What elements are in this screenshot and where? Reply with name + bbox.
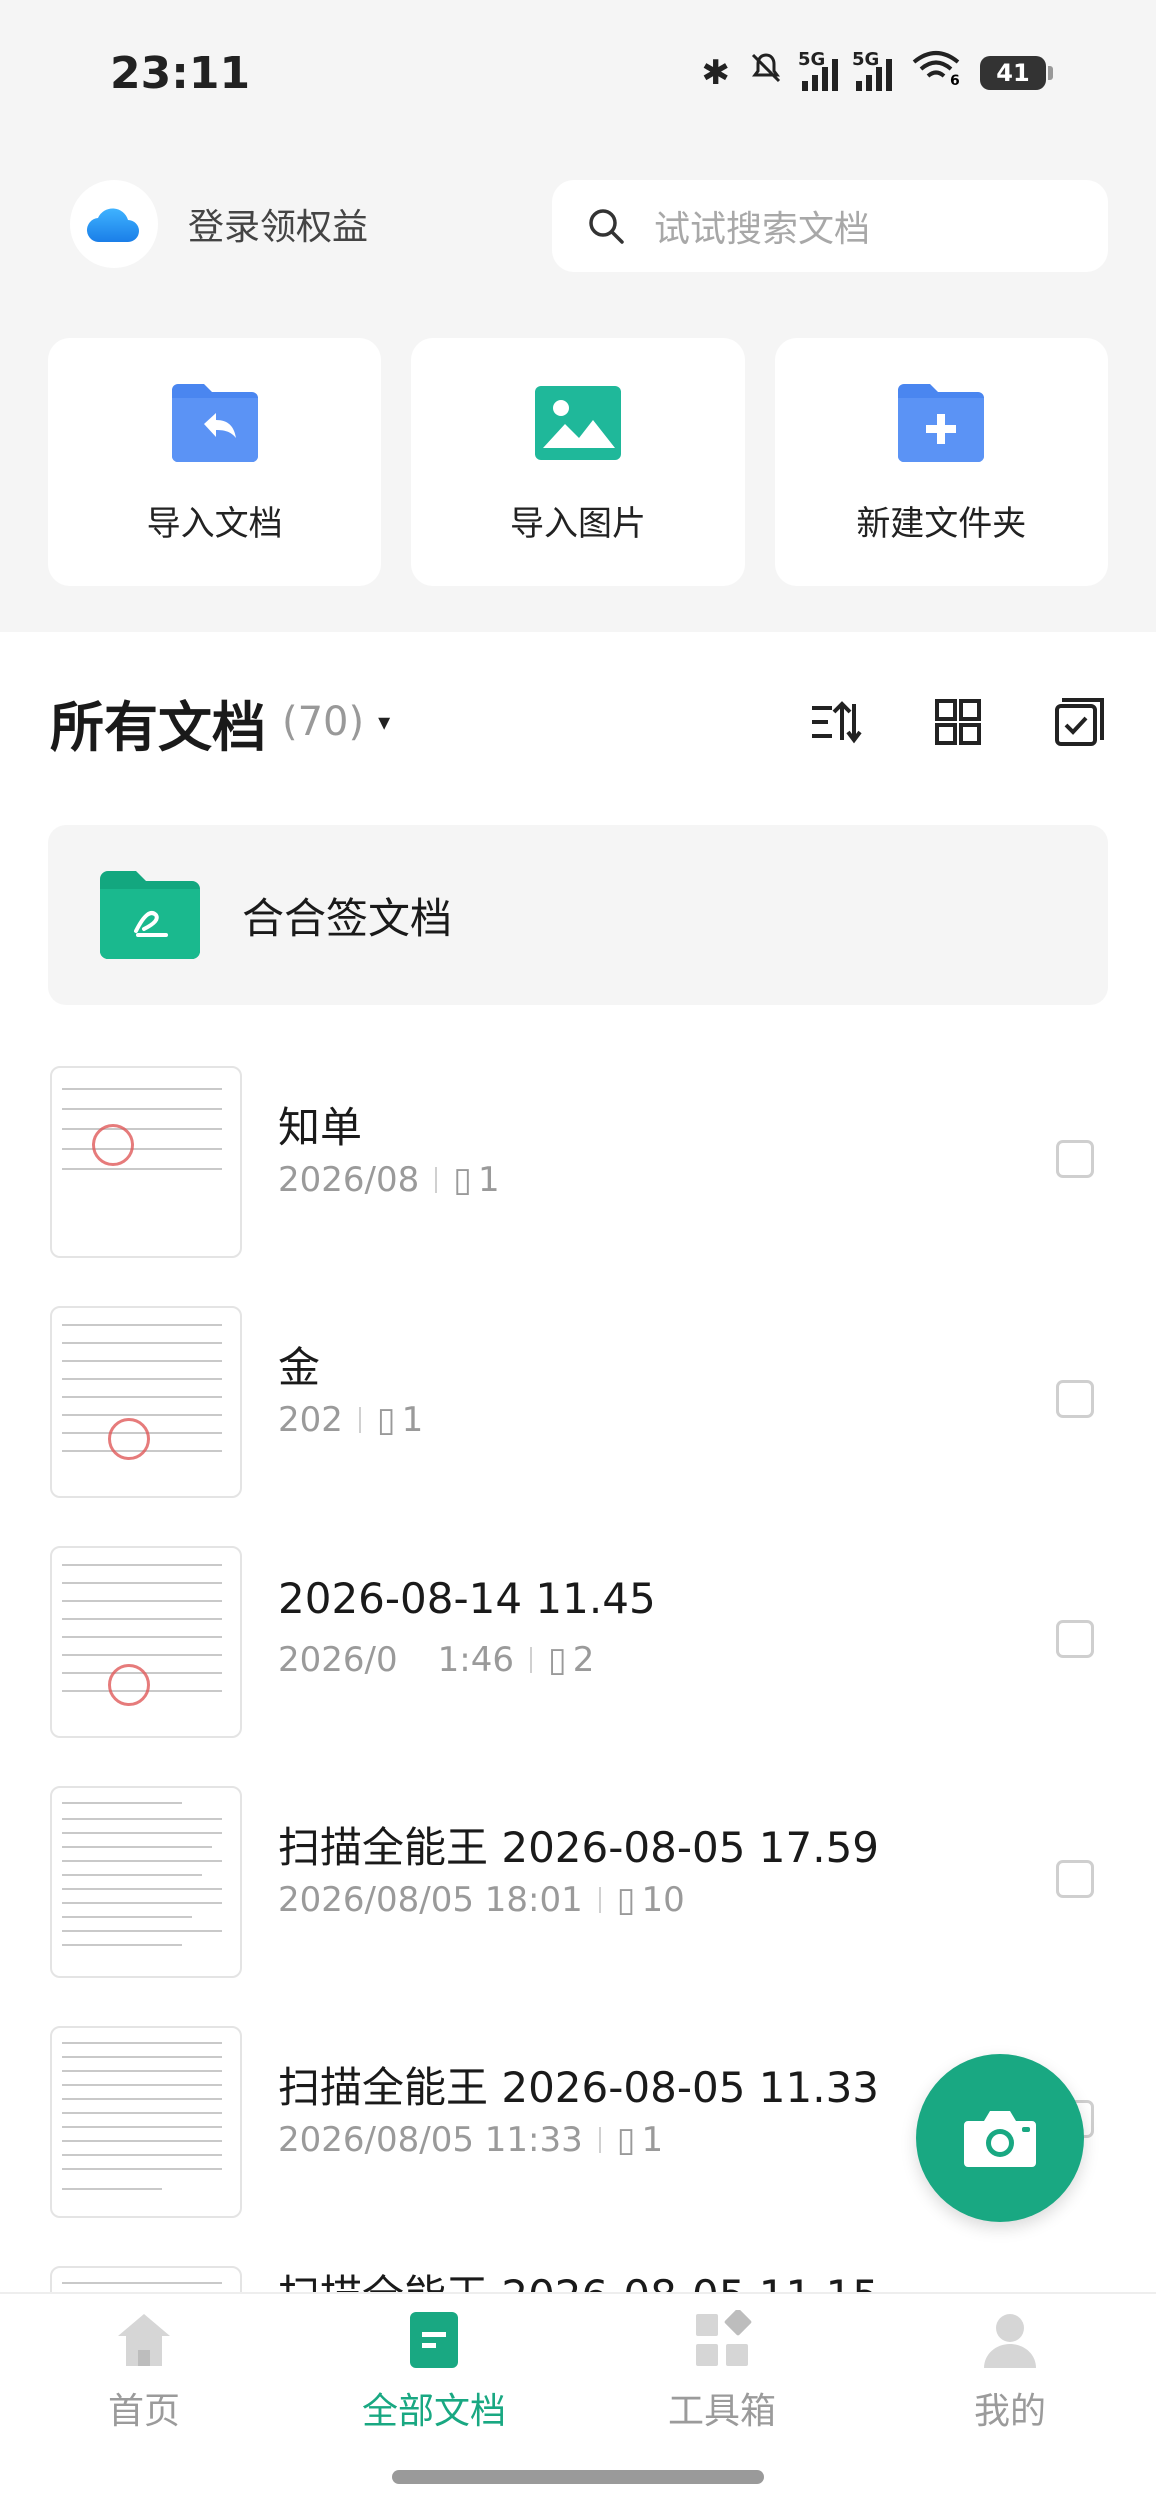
document-name: 2026-08-14 11.45 [278, 1574, 656, 1623]
new-folder-icon [898, 384, 985, 466]
document-row[interactable]: 扫描全能王 2026-08-05 17.59 2026/08/05 18:01 … [0, 1776, 1156, 1978]
document-date: 202 [278, 1400, 343, 1440]
mute-icon [748, 50, 784, 95]
folder-name: 合合签文档 [242, 893, 453, 943]
document-checkbox[interactable] [1056, 1140, 1094, 1178]
document-date: 2026/08 [278, 1160, 420, 1200]
document-row[interactable]: 扫描全能王 2026-08-05 11.15 [0, 2256, 1156, 2292]
home-icon [118, 2314, 170, 2366]
quick-actions: 导入文档 导入图片 新建文件夹 [48, 338, 1108, 586]
document-checkbox[interactable] [1056, 1860, 1094, 1898]
signature-folder-icon [100, 871, 200, 959]
signal-icon: 5G [798, 49, 838, 91]
home-indicator[interactable] [392, 2470, 764, 2484]
nav-toolbox-label: 工具箱 [667, 2391, 776, 2432]
page-count: 10 [641, 1880, 685, 1920]
page-count: 1 [641, 2120, 664, 2160]
nav-home-label: 首页 [107, 2391, 180, 2432]
document-name: 扫描全能王 2026-08-05 17.59 [278, 1823, 880, 1872]
document-checkbox[interactable] [1056, 1380, 1094, 1418]
document-meta: 202 ▯ 1 [278, 1400, 423, 1440]
import-document-icon [171, 384, 258, 466]
status-bar: 23:11 ✱ 5G 5G 6 41 [0, 0, 1156, 150]
new-folder-button[interactable]: 新建文件夹 [774, 338, 1108, 586]
nav-toolbox[interactable]: 工具箱 [622, 2310, 822, 2434]
document-name: 金 [278, 1343, 321, 1392]
nav-home[interactable]: 首页 [44, 2310, 244, 2434]
filter-dropdown-icon[interactable]: ▾ [378, 708, 390, 736]
search-icon [589, 209, 624, 244]
document-meta: 2026/08/05 11:33 ▯ 1 [278, 2120, 663, 2160]
page-count: 1 [401, 1400, 424, 1440]
import-image-icon [534, 384, 621, 466]
bluetooth-icon: ✱ [701, 52, 731, 93]
document-name: 扫描全能王 2026-08-05 11.33 [278, 2063, 880, 2112]
toolbox-icon [696, 2310, 752, 2366]
document-meta: 2026/0 1:46 ▯ 2 [278, 1640, 594, 1680]
document-thumbnail [50, 2266, 242, 2292]
page-count: 1 [477, 1160, 500, 1200]
document-time: 1:46 [437, 1640, 514, 1680]
signal-icon-2: 5G [852, 49, 892, 91]
document-meta: 2026/08/05 18:01 ▯ 10 [278, 1880, 685, 1920]
search-placeholder: 试试搜索文档 [654, 209, 871, 250]
document-date: 2026/08/05 11:33 [278, 2120, 583, 2160]
page-count-icon: ▯ [616, 2120, 636, 2160]
nav-documents[interactable]: 全部文档 [334, 2310, 534, 2434]
new-folder-label: 新建文件夹 [856, 504, 1027, 544]
document-name: 知单 [278, 1103, 363, 1152]
import-image-button[interactable]: 导入图片 [411, 338, 745, 586]
document-thumbnail [50, 1546, 242, 1738]
select-mode-icon[interactable] [1054, 696, 1106, 748]
page-count: 2 [572, 1640, 595, 1680]
sort-icon[interactable] [810, 698, 862, 746]
document-meta: 2026/08 ▯ 1 [278, 1160, 500, 1200]
document-checkbox[interactable] [1056, 1620, 1094, 1658]
clock: 23:11 [110, 48, 251, 99]
document-count: (70) [282, 699, 365, 745]
nav-documents-label: 全部文档 [361, 2391, 506, 2432]
nav-profile-label: 我的 [973, 2391, 1046, 2432]
document-row[interactable]: 2026-08-14 11.45 2026/0 1:46 ▯ 2 [0, 1536, 1156, 1738]
document-list-panel: 所有文档 (70) ▾ 合合签文档 知单 2026/08 ▯ 1 金 202 ▯… [0, 632, 1156, 2292]
document-row[interactable]: 知单 2026/08 ▯ 1 [0, 1056, 1156, 1258]
svg-text:6: 6 [950, 73, 960, 86]
page-title: 所有文档 [50, 695, 266, 759]
import-image-label: 导入图片 [509, 504, 646, 544]
import-document-button[interactable]: 导入文档 [48, 338, 382, 586]
page-count-icon: ▯ [453, 1160, 472, 1200]
search-input[interactable]: 试试搜索文档 [552, 180, 1108, 272]
document-thumbnail [50, 1786, 242, 1978]
login-entry[interactable]: 登录领权益 [70, 180, 368, 268]
battery-icon: 41 [980, 55, 1053, 90]
login-text: 登录领权益 [188, 207, 369, 248]
folder-item[interactable]: 合合签文档 [48, 825, 1108, 1005]
document-row[interactable]: 金 202 ▯ 1 [0, 1296, 1156, 1498]
import-document-label: 导入文档 [146, 504, 283, 544]
page-count-icon: ▯ [547, 1640, 567, 1680]
document-date: 2026/08/05 18:01 [278, 1880, 583, 1920]
document-thumbnail [50, 1306, 242, 1498]
nav-profile[interactable]: 我的 [910, 2310, 1110, 2434]
grid-view-icon[interactable] [934, 698, 982, 746]
document-name: 扫描全能王 2026-08-05 11.15 [278, 2262, 879, 2292]
camera-icon [964, 2111, 1036, 2167]
camera-button[interactable] [916, 2054, 1084, 2222]
cloud-icon [70, 180, 158, 268]
profile-icon [984, 2314, 1036, 2368]
page-count-icon: ▯ [376, 1400, 396, 1440]
document-thumbnail [50, 2026, 242, 2218]
document-thumbnail [50, 1066, 242, 1258]
document-date: 2026/0 [278, 1640, 398, 1680]
documents-icon [410, 2312, 458, 2368]
page-count-icon: ▯ [616, 1880, 636, 1920]
wifi-icon: 6 [910, 50, 962, 95]
